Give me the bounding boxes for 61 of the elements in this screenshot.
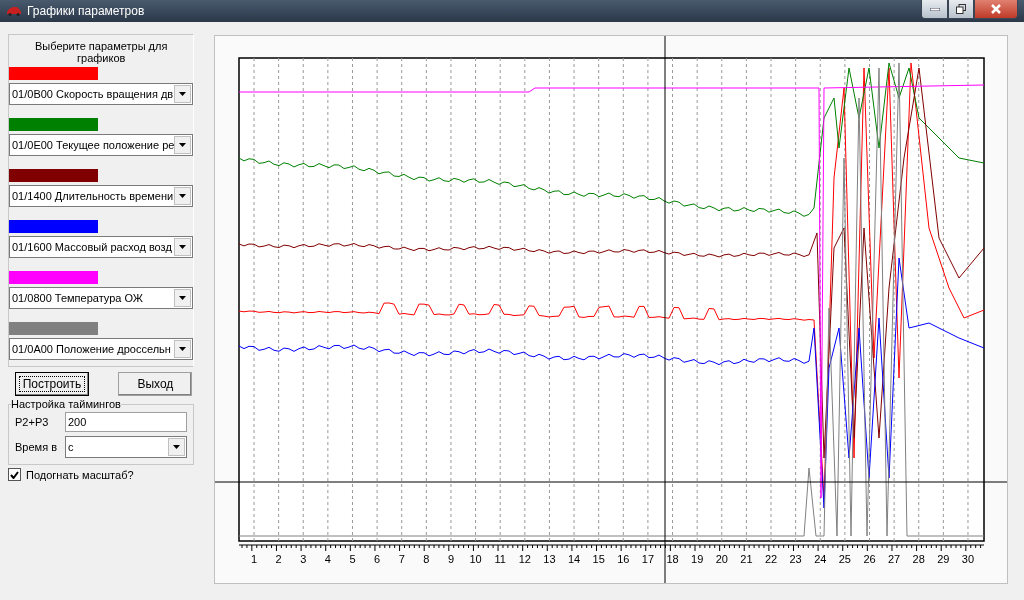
- build-button[interactable]: Построить: [15, 372, 89, 396]
- time-unit-label: Время в: [15, 441, 58, 453]
- minimize-button[interactable]: [921, 0, 948, 19]
- x-tick-label: 20: [716, 553, 729, 565]
- caret-icon: [179, 347, 187, 351]
- caret-icon: [179, 296, 187, 300]
- x-tick-label: 29: [937, 553, 950, 565]
- fit-scale-checkbox[interactable]: [8, 468, 21, 481]
- time-unit-dropdown[interactable]: с: [65, 436, 188, 458]
- p2p3-label: P2+P3: [15, 416, 50, 428]
- x-tick-label: 3: [300, 553, 307, 565]
- x-tick-label: 9: [448, 553, 455, 565]
- car-icon: [6, 6, 22, 16]
- parameter-dropdown[interactable]: 01/0A00 Положение дроссельн: [9, 338, 194, 360]
- restore-button[interactable]: [948, 0, 974, 19]
- parameter-dropdown[interactable]: 01/1400 Длительность времени: [9, 185, 194, 207]
- x-tick-label: 26: [863, 553, 876, 565]
- caret-icon: [179, 92, 187, 96]
- close-icon: [990, 4, 1002, 14]
- x-tick-label: 12: [519, 553, 532, 565]
- x-tick-label: 21: [740, 553, 753, 565]
- caret-icon: [179, 143, 187, 147]
- x-tick-label: 30: [962, 553, 975, 565]
- x-tick-label: 16: [617, 553, 630, 565]
- x-tick-label: 22: [765, 553, 778, 565]
- x-tick-label: 13: [543, 553, 556, 565]
- x-tick-label: 5: [349, 553, 356, 565]
- parameter-dropdown[interactable]: 01/0800 Температура ОЖ: [9, 287, 194, 309]
- x-tick-label: 15: [592, 553, 606, 565]
- x-tick-label: 2: [275, 553, 283, 565]
- x-tick-label: 1: [251, 553, 258, 565]
- x-tick-label: 8: [423, 553, 430, 565]
- x-tick-label: 10: [469, 553, 483, 565]
- x-tick-label: 18: [666, 553, 680, 565]
- minimize-icon: [929, 7, 940, 11]
- x-tick-label: 25: [839, 553, 852, 565]
- timings-title: Настройка таймингов: [11, 398, 121, 410]
- caret-icon: [179, 245, 187, 249]
- window-title: Графики параметров: [27, 4, 145, 18]
- p2p3-input[interactable]: 200: [65, 412, 188, 432]
- restore-icon: [956, 4, 966, 14]
- parameter-dropdown[interactable]: 01/1600 Массовый расход возд: [9, 236, 194, 258]
- x-tick-label: 27: [888, 553, 901, 565]
- parameter-dropdown[interactable]: 01/0B00 Скорость вращения дв: [9, 83, 194, 105]
- parameters-heading: Выберите параметры для графиков: [33, 39, 169, 64]
- x-tick-label: 6: [374, 553, 381, 565]
- x-tick-label: 11: [494, 553, 507, 565]
- exit-button[interactable]: Выход: [118, 372, 193, 396]
- parameter-dropdown[interactable]: 01/0E00 Текущее положение ре: [9, 134, 194, 156]
- x-tick-label: 14: [568, 553, 581, 565]
- caret-icon: [179, 194, 187, 198]
- caret-icon: [173, 445, 181, 449]
- fit-scale-label: Подогнать масштаб?: [26, 468, 134, 481]
- x-tick-label: 4: [325, 553, 332, 565]
- x-tick-label: 24: [814, 553, 827, 565]
- x-tick-label: 19: [691, 553, 704, 565]
- x-tick-label: 7: [399, 553, 406, 565]
- x-tick-label: 23: [789, 553, 803, 565]
- x-tick-label: 17: [642, 553, 655, 565]
- close-button[interactable]: [974, 0, 1018, 19]
- x-tick-label: 28: [913, 553, 926, 565]
